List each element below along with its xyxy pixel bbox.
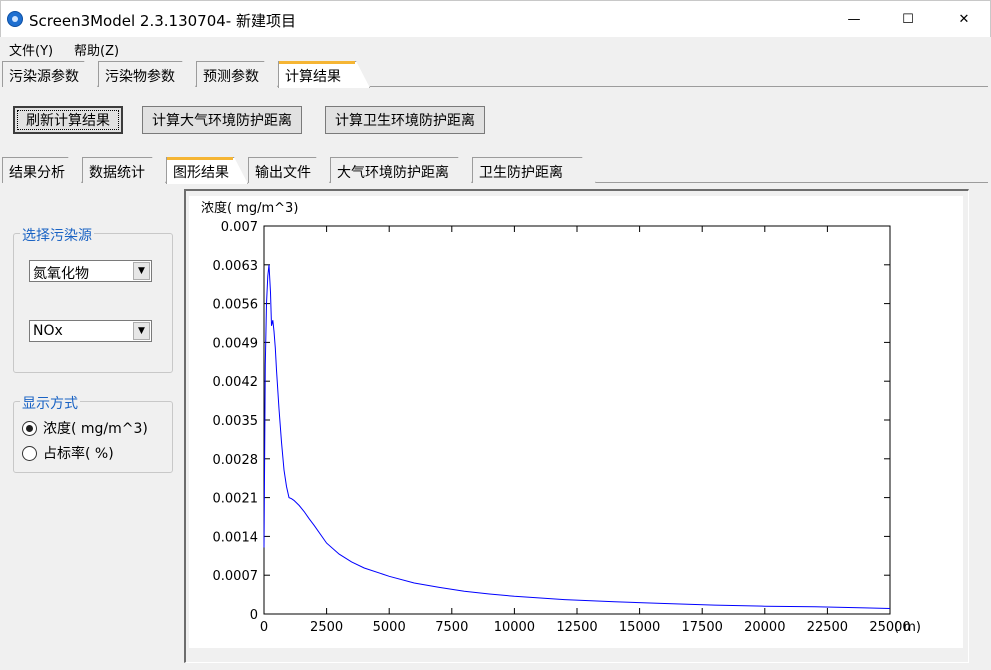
x-tick-label: 0	[260, 620, 268, 635]
y-tick-label: 0.0021	[213, 492, 259, 507]
x-tick-label: 7500	[435, 620, 468, 635]
y-tick-label: 0.0056	[213, 298, 259, 313]
concentration-chart: 浓度( mg/m^3) 0 2500 5000 7500 10000 12500 15000…	[201, 200, 921, 635]
tab-atmos-distance[interactable]: 大气环境防护距离	[330, 157, 472, 183]
tab-data-stats[interactable]: 数据统计	[82, 157, 166, 183]
radio-percentage[interactable]: 占标率( %)	[22, 443, 114, 463]
y-tick-label: 0.0028	[213, 453, 259, 468]
maximize-icon: ☐	[902, 12, 914, 27]
tab-results[interactable]: 计算结果	[278, 61, 370, 88]
tab-result-analysis[interactable]: 结果分析	[2, 157, 82, 183]
tab-graph-results[interactable]: 图形结果	[166, 157, 248, 184]
calc-atmos-distance-button[interactable]: 计算大气环境防护距离	[142, 106, 302, 134]
menu-bar: 文件(Y) 帮助(Z)	[0, 37, 991, 59]
pollutant-select[interactable]: NOx ▼	[29, 320, 152, 342]
close-icon: ✕	[958, 12, 970, 27]
y-tick-label: 0.007	[221, 220, 258, 235]
x-tick-label: 22500	[807, 620, 848, 635]
x-tick-label: 17500	[682, 620, 723, 635]
pollutant-select-value: NOx	[33, 323, 63, 339]
y-tick-label: 0.0042	[213, 375, 259, 390]
radio-concentration[interactable]: 浓度( mg/m^3)	[22, 418, 148, 438]
menu-file[interactable]: 文件(Y)	[9, 40, 53, 59]
tab-source-params[interactable]: 污染源参数	[2, 61, 98, 87]
minimize-button[interactable]: —	[826, 1, 882, 38]
plot-area	[263, 225, 891, 615]
tab-forecast-params[interactable]: 预测参数	[196, 61, 278, 87]
y-tick-label: 0.0007	[213, 569, 259, 584]
x-tick-label: 5000	[373, 620, 406, 635]
series-line	[263, 264, 891, 609]
x-tick-label: 15000	[619, 620, 660, 635]
tab-output-files[interactable]: 输出文件	[248, 157, 330, 183]
y-tick-label: 0.0049	[213, 336, 259, 351]
refresh-results-button[interactable]: 刷新计算结果	[13, 106, 123, 134]
chart-panel: 浓度( mg/m^3) 0 2500 5000 7500 10000 12500 15000…	[189, 196, 963, 648]
x-tick-label: 2500	[310, 620, 343, 635]
window-title: Screen3Model 2.3.130704- 新建项目	[29, 12, 296, 30]
x-tick-label: 20000	[744, 620, 785, 635]
maximize-button[interactable]: ☐	[880, 1, 936, 38]
app-logo-icon	[7, 11, 23, 27]
radio-unchecked-icon[interactable]	[22, 445, 37, 461]
tab-health-distance[interactable]: 卫生防护距离	[472, 157, 596, 183]
display-mode-groupbox: 显示方式 浓度( mg/m^3) 占标率( %)	[13, 393, 173, 473]
y-axis-label: 浓度( mg/m^3)	[201, 200, 298, 216]
x-axis-unit-label: ( m)	[894, 620, 921, 635]
y-tick-label: 0.0035	[213, 414, 259, 429]
menu-help[interactable]: 帮助(Z)	[74, 40, 119, 59]
radio-percentage-label: 占标率( %)	[43, 446, 114, 462]
source-group-title: 选择污染源	[20, 225, 94, 245]
tab-divider	[370, 86, 988, 87]
radio-concentration-label: 浓度( mg/m^3)	[43, 421, 148, 437]
chevron-down-icon[interactable]: ▼	[133, 322, 150, 340]
calc-health-distance-button[interactable]: 计算卫生环境防护距离	[325, 106, 485, 134]
radio-checked-icon[interactable]	[22, 420, 37, 436]
sub-tab-strip: 结果分析 数据统计 图形结果 输出文件 大气环境防护距离 卫生防护距离	[0, 157, 991, 183]
y-tick-label: 0.0014	[213, 530, 259, 545]
minimize-icon: —	[847, 12, 861, 27]
x-tick-label: 12500	[556, 620, 597, 635]
close-button[interactable]: ✕	[936, 1, 991, 38]
title-bar: Screen3Model 2.3.130704- 新建项目 — ☐ ✕	[0, 0, 991, 37]
top-tab-strip: 污染源参数 污染物参数 预测参数 计算结果	[0, 61, 991, 87]
source-groupbox: 选择污染源 氮氧化物 ▼ NOx ▼	[13, 225, 173, 373]
display-mode-title: 显示方式	[20, 393, 80, 413]
sub-tab-divider	[596, 182, 988, 183]
source-select-value: 氮氧化物	[33, 266, 89, 282]
tab-pollutant-params[interactable]: 污染物参数	[98, 61, 196, 87]
y-tick-label: 0.0063	[213, 259, 259, 274]
x-tick-label: 10000	[494, 620, 535, 635]
y-tick-label: 0	[250, 608, 258, 623]
chevron-down-icon[interactable]: ▼	[133, 262, 150, 280]
source-select[interactable]: 氮氧化物 ▼	[29, 260, 152, 282]
